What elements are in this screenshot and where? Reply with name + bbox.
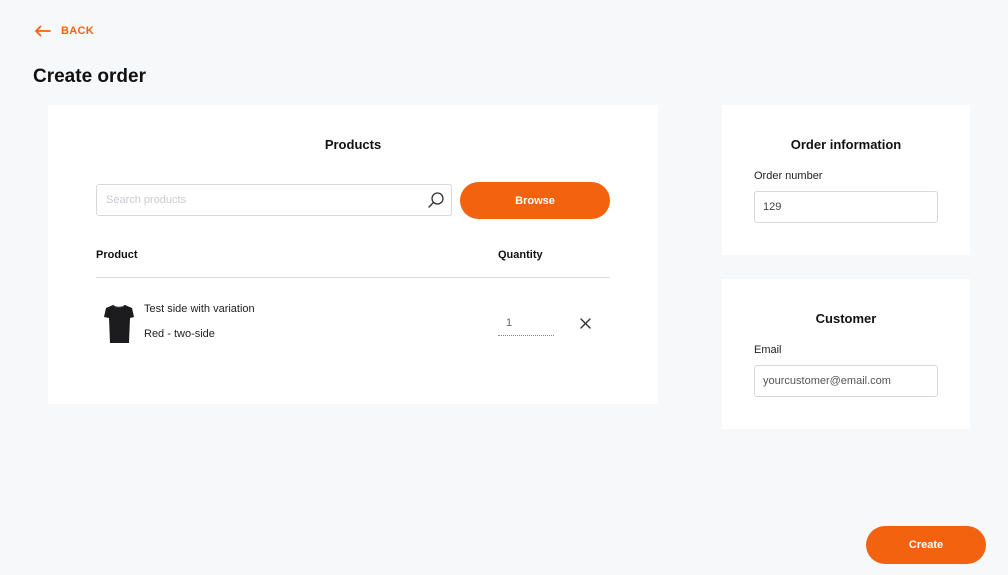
search-input[interactable] [97, 185, 421, 215]
quantity-input[interactable] [498, 310, 554, 336]
customer-title: Customer [815, 311, 877, 326]
page-title: Create order [33, 66, 146, 87]
email-label: Email [754, 344, 782, 356]
column-header-quantity: Quantity [498, 249, 543, 261]
close-icon[interactable] [578, 316, 592, 330]
order-number-label: Order number [754, 170, 823, 182]
search-icon[interactable] [421, 185, 451, 215]
back-label: BACK [61, 25, 94, 37]
back-link[interactable]: BACK [34, 22, 94, 40]
products-card: Products Browse Product Quantity Test si… [48, 105, 658, 404]
customer-card: Customer Email [722, 279, 970, 429]
email-input[interactable] [754, 365, 938, 397]
product-variant: Red - two-side [144, 328, 215, 340]
order-number-input[interactable] [754, 191, 938, 223]
product-row: Test side with variation Red - two-side [96, 300, 610, 350]
tshirt-icon [104, 304, 134, 343]
browse-button[interactable]: Browse [460, 182, 610, 219]
search-box [96, 184, 452, 216]
header-divider [96, 277, 610, 278]
arrow-left-icon [35, 25, 51, 37]
order-information-title: Order information [790, 137, 902, 152]
page: BACK Create order Products Browse Produc… [0, 0, 1008, 575]
products-title: Products [324, 137, 382, 152]
order-information-card: Order information Order number [722, 105, 970, 255]
create-button[interactable]: Create [866, 526, 986, 564]
column-header-product: Product [96, 249, 138, 261]
product-name: Test side with variation [144, 303, 255, 315]
